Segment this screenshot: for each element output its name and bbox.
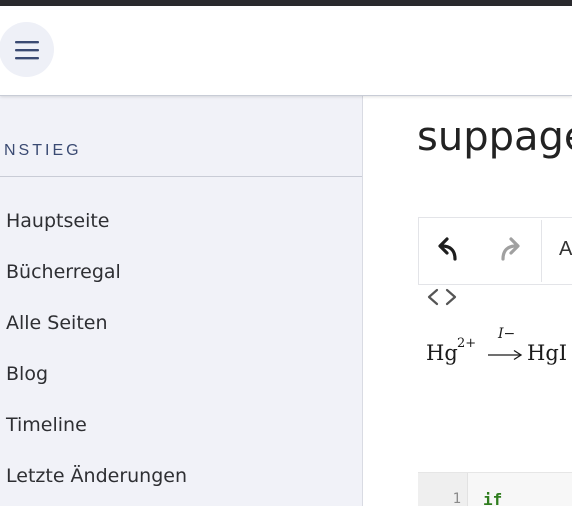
sidebar-item-hauptseite[interactable]: Hauptseite [6,204,187,255]
top-header [0,6,572,96]
sidebar-item-alle-seiten[interactable]: Alle Seiten [6,306,187,357]
undo-icon [438,237,457,261]
sidebar-item-timeline[interactable]: Timeline [6,408,187,459]
editor-toolbar: A [418,217,572,285]
formula-product: HgI [527,341,568,365]
sidebar-item-buecherregal[interactable]: Bücherregal [6,255,187,306]
sidebar-nav: Hauptseite Bücherregal Alle Seiten Blog … [6,204,187,510]
source-toggle-button[interactable] [425,286,459,308]
menu-button[interactable] [0,22,54,77]
toolbar-separator [541,220,542,282]
main-content: suppage A Hg 2+ I− HgI 1 if [363,96,572,506]
sidebar-divider [0,176,362,177]
redo-button[interactable] [491,234,525,268]
sidebar: NSTIEG Hauptseite Bücherregal Alle Seite… [0,96,363,506]
code-keyword: if [483,490,503,506]
formula-superscript: 2+ [457,336,477,351]
page-title: suppage [417,114,572,160]
formula-arrow-label: I− [498,326,516,342]
sidebar-section-title: NSTIEG [4,142,82,159]
code-brackets-icon [427,288,457,306]
sidebar-item-blog[interactable]: Blog [6,357,187,408]
text-format-button[interactable]: A [559,238,572,261]
reaction-arrow-icon [488,349,523,361]
sidebar-item-letzte-aenderungen[interactable]: Letzte Änderungen [6,459,187,510]
code-gutter: 1 [418,473,468,506]
redo-icon [501,237,520,261]
hamburger-menu-icon [14,40,39,59]
line-number: 1 [452,491,461,506]
undo-button[interactable] [433,234,467,268]
formula-base-hg: Hg [426,341,458,365]
code-block[interactable]: 1 if [418,472,572,506]
